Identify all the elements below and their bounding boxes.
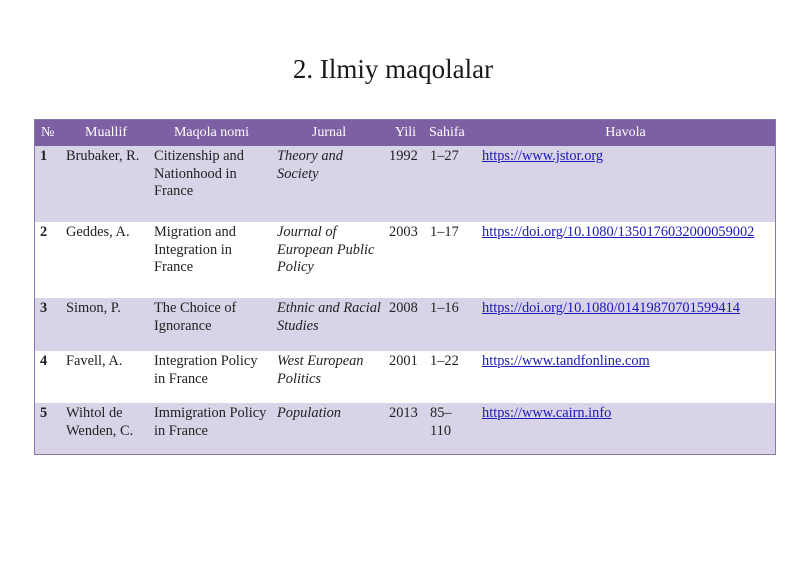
page-title: 2. Ilmiy maqolalar [292, 54, 494, 84]
row-author: Favell, A. [66, 353, 123, 369]
header-year: Yili [394, 125, 416, 141]
articles-table: № Muallif Maqola nomi Jurnal Yili Sahifa… [34, 119, 776, 455]
row-author: Wihtol de Wenden, C. [66, 405, 134, 439]
header-author: Muallif [85, 125, 127, 141]
row-year: 2013 [389, 405, 418, 421]
header-article-title: Maqola nomi [173, 125, 250, 141]
row-author: Brubaker, R. [66, 148, 140, 164]
row-number: 2 [40, 224, 48, 240]
table-row: 4 Favell, A. Integration Policy in Franc… [35, 351, 775, 403]
header-link: Havola [605, 125, 646, 141]
row-journal: Ethnic and Racial Studies [277, 300, 381, 334]
table-row: 3 Simon, P. The Choice of Ignorance Ethn… [35, 298, 775, 351]
articles-table-grid: № Muallif Maqola nomi Jurnal Yili Sahifa… [35, 120, 775, 454]
row-journal: Population [277, 405, 341, 421]
row-number: 5 [40, 405, 48, 421]
row-link-cell: https://www.cairn.info [476, 403, 775, 454]
row-link[interactable]: https://www.jstor.org [482, 148, 603, 164]
row-year: 1992 [389, 148, 418, 164]
row-link-cell: https://www.jstor.org [476, 146, 775, 222]
row-author: Simon, P. [66, 300, 121, 316]
row-number: 3 [40, 300, 48, 316]
row-pages: 1–22 [430, 353, 459, 369]
row-link[interactable]: https://www.tandfonline.com [482, 353, 650, 369]
row-journal: West European Politics [277, 353, 364, 387]
row-author: Geddes, A. [66, 224, 130, 240]
row-link[interactable]: https://doi.org/10.1080/1350176032000059… [482, 224, 754, 240]
row-article-title: Immigration Policy in France [154, 405, 267, 439]
row-journal: Theory and Society [277, 148, 343, 182]
row-article-title: Migration and Integration in France [154, 224, 236, 275]
row-year: 2003 [389, 224, 418, 240]
row-year: 2001 [389, 353, 418, 369]
row-link-cell: https://doi.org/10.1080/1350176032000059… [476, 222, 775, 298]
row-article-title: Citizenship and Nationhood in France [154, 148, 244, 199]
row-year: 2008 [389, 300, 418, 316]
row-article-title: The Choice of Ignorance [154, 300, 237, 334]
row-link[interactable]: https://doi.org/10.1080/0141987070159941… [482, 300, 740, 316]
row-number: 4 [40, 353, 48, 369]
table-row: 2 Geddes, A. Migration and Integration i… [35, 222, 775, 298]
header-number: № [41, 125, 55, 141]
row-pages: 1–16 [430, 300, 459, 316]
table-row: 5 Wihtol de Wenden, C. Immigration Polic… [35, 403, 775, 454]
row-link-cell: https://doi.org/10.1080/0141987070159941… [476, 298, 775, 351]
header-journal: Jurnal [311, 125, 347, 141]
table-row: 1 Brubaker, R. Citizenship and Nationhoo… [35, 146, 775, 222]
row-pages: 1–17 [430, 224, 459, 240]
row-link[interactable]: https://www.cairn.info [482, 405, 611, 421]
row-link-cell: https://www.tandfonline.com [476, 351, 775, 403]
row-pages: 1–27 [430, 148, 459, 164]
row-journal: Journal of European Public Policy [277, 224, 375, 275]
table-header-row: № Muallif Maqola nomi Jurnal Yili Sahifa… [35, 120, 775, 146]
row-number: 1 [40, 148, 48, 164]
row-article-title: Integration Policy in France [154, 353, 258, 387]
row-pages: 85–110 [430, 405, 452, 439]
header-pages: Sahifa [429, 125, 465, 141]
